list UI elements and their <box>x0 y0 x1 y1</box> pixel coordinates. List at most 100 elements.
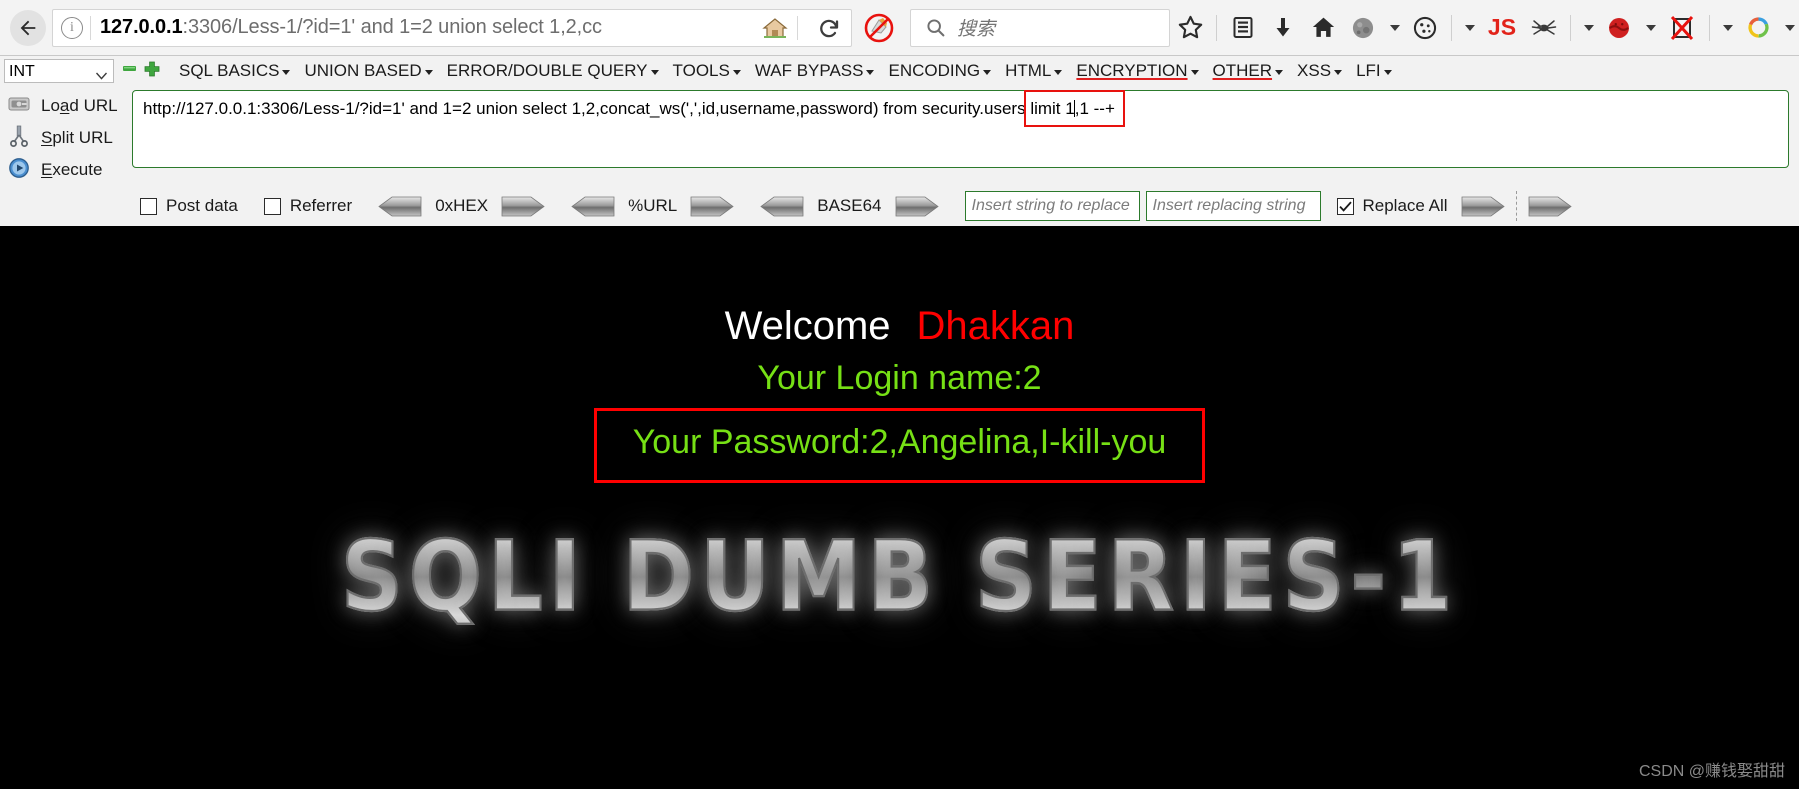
sqli-logo: SQLI DUMB SERIES-1 <box>340 520 1459 634</box>
refresh-dropdown-arrow-icon[interactable] <box>1778 6 1799 50</box>
replace-all-checkbox[interactable] <box>1336 197 1354 215</box>
replace-all-label: Replace All <box>1362 196 1448 215</box>
hackbar-menu-error-double-query[interactable]: ERROR/DOUBLE QUERY <box>440 61 666 81</box>
spider-dropdown-arrow-icon[interactable] <box>1577 6 1599 50</box>
hackbar-menu-row: INTSTRING SQL BASICS UNION BASED ERROR/DOU… <box>0 56 1799 86</box>
hex-encode-button[interactable] <box>501 196 545 217</box>
url-text-limit-a: limit 1 <box>1030 99 1075 118</box>
hackbar-url-textarea[interactable]: http://127.0.0.1:3306/Less-1/?id=1' and … <box>132 90 1789 168</box>
execute-button[interactable]: Execute <box>4 154 132 186</box>
hackbar-menu-sql-basics[interactable]: SQL BASICS <box>172 61 297 81</box>
js-icon[interactable]: JS <box>1480 6 1524 50</box>
urlbar-divider-2 <box>797 15 798 40</box>
noscript-blocked-icon[interactable] <box>852 6 906 50</box>
injection-type-select[interactable]: INTSTRING <box>4 59 114 83</box>
base64-encoder-group: BASE64 <box>760 196 939 217</box>
base64-label: BASE64 <box>817 196 882 215</box>
options-divider <box>1515 191 1517 221</box>
hackbar-menu-label: ERROR/DOUBLE QUERY <box>446 61 648 80</box>
tamper-dropdown-arrow-icon[interactable] <box>1639 6 1661 50</box>
hackbar-menu-label: ENCRYPTION <box>1076 61 1188 80</box>
hackbar-menu-label: HTML <box>1005 61 1052 80</box>
url-host: 127.0.0.1 <box>100 16 183 38</box>
hackbar-url-area: http://127.0.0.1:3306/Less-1/?id=1' and … <box>132 90 1799 186</box>
replace-apply-button[interactable] <box>1461 196 1505 217</box>
bookmark-star-icon[interactable] <box>1170 6 1210 50</box>
welcome-text: Welcome <box>724 304 891 348</box>
hackbar-menu-label: WAF BYPASS <box>754 61 864 80</box>
globe-icon[interactable] <box>1343 6 1383 50</box>
hackbar-menu-union-based[interactable]: UNION BASED <box>297 61 439 81</box>
replace-with-placeholder: Insert replacing string <box>1152 197 1306 214</box>
welcome-heading: Welcome Dhakkan <box>0 304 1799 349</box>
split-url-button[interactable]: Split URL <box>4 122 132 154</box>
urlbar-action-icons <box>749 10 849 46</box>
chevron-down-icon <box>983 70 992 75</box>
hackbar-menu-encoding[interactable]: ENCODING <box>881 61 998 81</box>
chevron-down-icon <box>1275 70 1284 75</box>
hackbar-menu-label: TOOLS <box>672 61 730 80</box>
hackbar-menu-encryption[interactable]: ENCRYPTION <box>1069 61 1205 81</box>
search-input-placeholder: 搜索 <box>957 19 996 40</box>
page-content: Welcome Dhakkan Your Login name:2 Your Pa… <box>0 226 1799 789</box>
page-info-icon[interactable]: i <box>61 16 83 39</box>
replace-all-checkbox-wrap[interactable]: Replace All <box>1336 196 1461 216</box>
hackbar-menu-xss[interactable]: XSS <box>1290 61 1349 81</box>
toolbar-divider-1 <box>1216 14 1217 41</box>
chevron-down-icon <box>866 70 875 75</box>
home-icon[interactable] <box>1303 6 1343 50</box>
chevron-down-icon <box>650 70 659 75</box>
url-decode-button[interactable] <box>571 196 615 217</box>
post-data-checkbox[interactable] <box>140 197 157 215</box>
post-data-checkbox-wrap[interactable]: Post data <box>140 196 264 216</box>
hackbar-menu-other[interactable]: OTHER <box>1206 61 1291 81</box>
cookie-icon[interactable] <box>1405 6 1445 50</box>
hackbar-menu-html[interactable]: HTML <box>998 61 1069 81</box>
cookie-dropdown-arrow-icon[interactable] <box>1458 6 1480 50</box>
hex-decode-button[interactable] <box>378 196 422 217</box>
base64-encode-button[interactable] <box>895 196 939 217</box>
reload-icon[interactable] <box>809 10 849 46</box>
referrer-checkbox-wrap[interactable]: Referrer <box>263 196 378 216</box>
tamper-data-icon[interactable] <box>1599 6 1639 50</box>
login-name-line: Your Login name:2 <box>757 359 1042 397</box>
url-label: %URL <box>628 196 678 215</box>
search-bar[interactable]: 搜索 <box>910 8 1170 47</box>
url-encode-button[interactable] <box>690 196 734 217</box>
welcome-username: Dhakkan <box>916 304 1075 348</box>
replace-search-placeholder: Insert string to replace <box>971 197 1130 214</box>
replace-all-apply-button[interactable] <box>1528 196 1572 217</box>
chevron-down-icon <box>1334 70 1343 75</box>
hackbar-menu-label: OTHER <box>1212 61 1273 80</box>
hackbar-menu-tools[interactable]: TOOLS <box>666 61 748 81</box>
library-icon[interactable] <box>1223 6 1263 50</box>
block-image-dropdown-arrow-icon[interactable] <box>1716 6 1738 50</box>
hackbar-menu-items: SQL BASICS UNION BASED ERROR/DOUBLE QUERY T… <box>172 61 1399 81</box>
referrer-checkbox[interactable] <box>263 197 281 215</box>
toolbar-divider-4 <box>1709 14 1710 41</box>
search-icon <box>927 19 945 37</box>
back-button[interactable] <box>6 6 50 50</box>
load-url-button[interactable]: Load URL <box>4 90 132 122</box>
home-page-icon[interactable] <box>755 10 795 46</box>
replace-with-input[interactable]: Insert replacing string <box>1145 191 1321 221</box>
spider-icon[interactable] <box>1524 6 1564 50</box>
hackbar-menu-label: XSS <box>1297 61 1332 80</box>
refresh-colored-icon[interactable] <box>1738 6 1778 50</box>
minus-icon[interactable] <box>122 61 137 81</box>
hackbar-menu-waf-bypass[interactable]: WAF BYPASS <box>748 61 882 81</box>
address-bar[interactable]: i 127.0.0.1:3306/Less-1/?id=1' and 1=2 u… <box>52 8 852 47</box>
plus-icon[interactable] <box>144 61 160 82</box>
globe-dropdown-arrow-icon[interactable] <box>1383 6 1405 50</box>
base64-decode-button[interactable] <box>760 196 804 217</box>
split-url-label: Split URL <box>41 128 113 147</box>
referrer-label: Referrer <box>289 196 353 215</box>
downloads-icon[interactable] <box>1263 6 1303 50</box>
block-image-icon[interactable] <box>1661 6 1703 50</box>
browser-toolbar: i 127.0.0.1:3306/Less-1/?id=1' and 1=2 u… <box>0 0 1799 56</box>
replace-search-input[interactable]: Insert string to replace <box>964 191 1140 221</box>
hackbar-menu-lfi[interactable]: LFI <box>1349 61 1399 81</box>
hex-encoder-group: 0xHEX <box>378 196 545 217</box>
type-select-wrapper[interactable]: INTSTRING <box>4 59 114 83</box>
hackbar-body: Load URL Split URL Execute http://127.0.… <box>0 86 1799 186</box>
